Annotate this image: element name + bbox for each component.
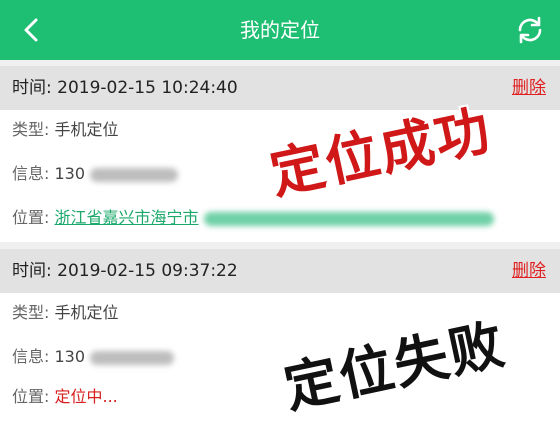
- time-value: 2019-02-15 09:37:22: [57, 261, 238, 281]
- info-label: 信息:: [12, 347, 50, 366]
- location-link[interactable]: 浙江省嘉兴市海宁市: [55, 208, 199, 227]
- info-value: 130: [54, 164, 86, 183]
- type-row: 类型: 手机定位: [12, 110, 119, 150]
- location-label: 位置:: [12, 208, 50, 227]
- location-row: 位置: 浙江省嘉兴市海宁市: [12, 198, 494, 238]
- location-row: 位置: 定位中...: [12, 377, 118, 417]
- record-header: 时间: 2019-02-15 09:37:22 删除: [0, 249, 560, 293]
- info-row: 信息: 130: [12, 154, 179, 194]
- time-value: 2019-02-15 10:24:40: [57, 78, 238, 98]
- info-value: 130: [54, 347, 86, 366]
- record-time: 时间: 2019-02-15 09:37:22: [12, 249, 238, 293]
- redacted-number: [90, 167, 179, 182]
- location-label: 位置:: [12, 387, 50, 406]
- redacted-address: [203, 211, 494, 226]
- time-label: 时间:: [12, 261, 52, 281]
- type-label: 类型:: [12, 303, 50, 322]
- type-row: 类型: 手机定位: [12, 293, 119, 333]
- page-title: 我的定位: [240, 18, 320, 42]
- top-bar: 我的定位: [0, 0, 560, 60]
- location-status: 定位中...: [54, 387, 118, 406]
- type-value: 手机定位: [54, 120, 119, 139]
- info-label: 信息:: [12, 164, 50, 183]
- info-row: 信息: 130: [12, 337, 175, 377]
- delete-button[interactable]: 删除: [512, 66, 546, 110]
- record-time: 时间: 2019-02-15 10:24:40: [12, 66, 238, 110]
- type-value: 手机定位: [54, 303, 119, 322]
- delete-button[interactable]: 删除: [512, 249, 546, 293]
- redacted-number: [90, 350, 175, 365]
- time-label: 时间:: [12, 78, 52, 98]
- type-label: 类型:: [12, 120, 50, 139]
- refresh-icon[interactable]: [514, 14, 546, 46]
